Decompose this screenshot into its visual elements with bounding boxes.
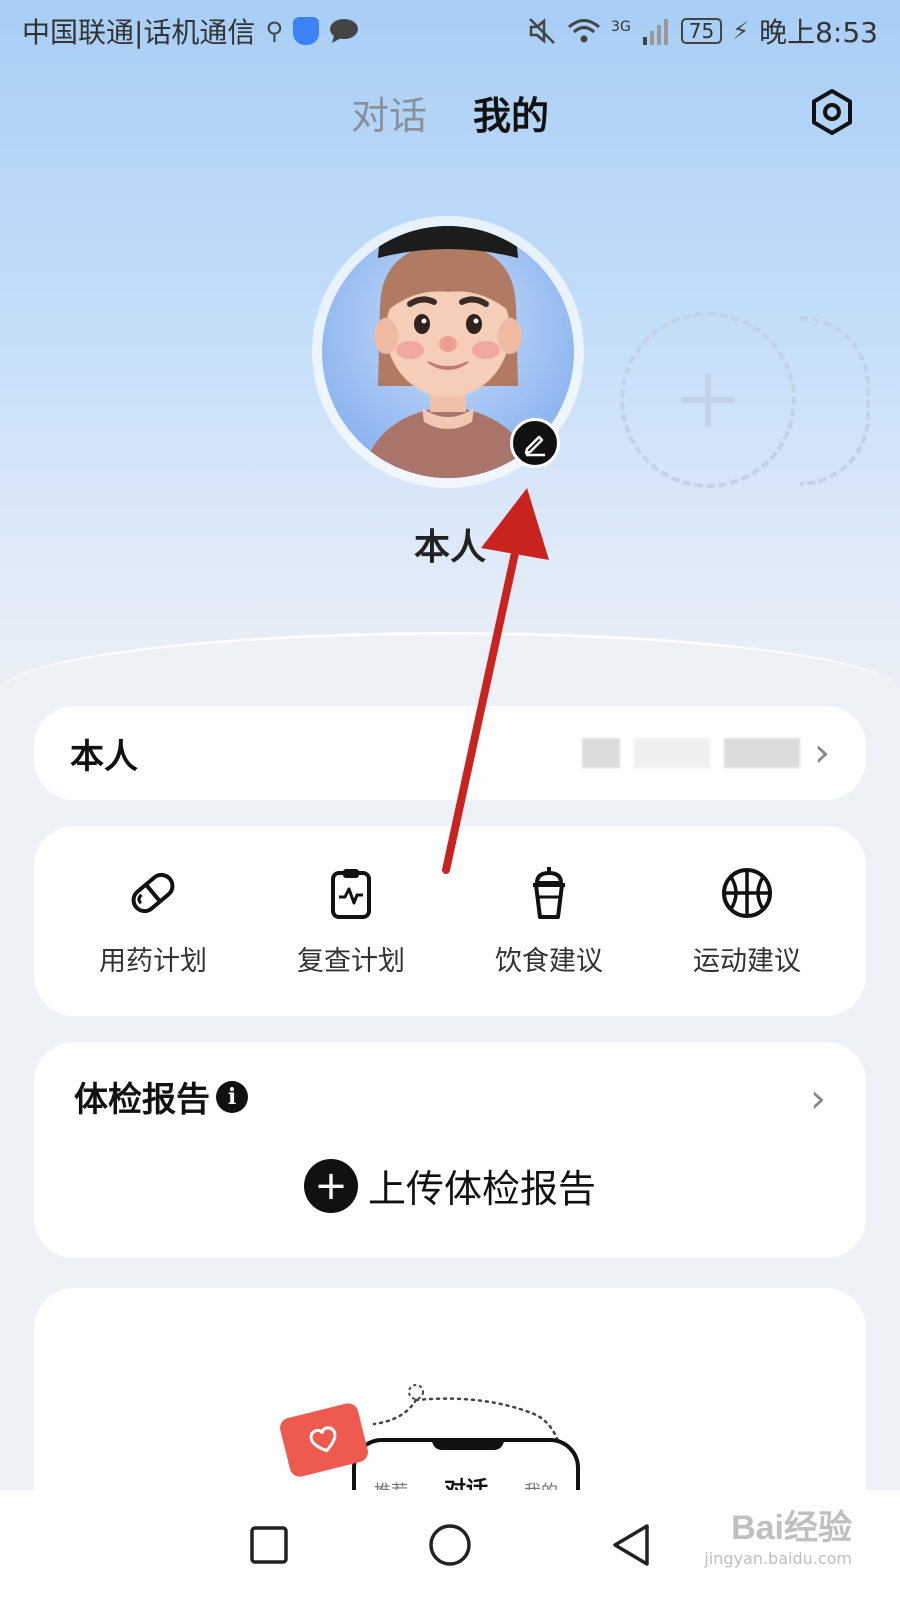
charging-icon: ⚡ [732, 17, 750, 45]
mute-icon [529, 18, 555, 44]
back-button[interactable] [611, 1523, 651, 1567]
add-profile-button[interactable] [620, 312, 796, 488]
action-medication-plan[interactable]: 用药计划 [63, 865, 243, 978]
recent-apps-button[interactable] [249, 1525, 289, 1565]
shield-icon [293, 17, 320, 45]
action-diet-advice[interactable]: 饮食建议 [459, 865, 639, 978]
action-exercise-advice[interactable]: 运动建议 [657, 865, 837, 978]
pill-icon [131, 872, 175, 913]
status-left: 中国联通|话机通信 ⚲ [22, 11, 359, 51]
report-title: 体检报告 [74, 1080, 210, 1120]
settings-button[interactable] [804, 84, 860, 140]
baidu-watermark: Bai经验 jingyan.baidu.com [704, 1500, 852, 1568]
edit-avatar-button[interactable] [510, 418, 560, 468]
redacted-block [582, 738, 620, 768]
redacted-block [724, 738, 800, 768]
info-icon[interactable]: i [216, 1080, 248, 1113]
action-label: 用药计划 [99, 945, 207, 977]
drink-cup-icon [533, 866, 565, 919]
clock: 晚上8:53 [759, 16, 878, 49]
quick-actions-card: 用药计划 复查计划 饮食建议 运动建议 [34, 826, 866, 1016]
person-card-label: 本人 [70, 736, 138, 777]
person-card[interactable]: 本人 › [34, 706, 866, 800]
hexagon-settings-icon [812, 89, 852, 135]
action-label: 运动建议 [693, 945, 801, 977]
usb-icon: ⚲ [265, 17, 284, 45]
home-button[interactable] [428, 1523, 472, 1567]
top-tabs: 对话 我的 [0, 82, 900, 142]
redacted-block [634, 738, 710, 768]
pen-edit-icon [524, 435, 545, 457]
battery-indicator: 75 [680, 18, 723, 44]
clipboard-pulse-icon [331, 868, 371, 919]
watermark-url: jingyan.baidu.com [704, 1549, 852, 1568]
watermark-logo: Bai经验 [731, 1509, 852, 1547]
status-right: 3G 75 ⚡ 晚上8:53 [527, 11, 878, 51]
message-bubble-icon [330, 19, 359, 43]
black-cap-illustration [378, 226, 518, 258]
upload-label: 上传体检报告 [367, 1167, 596, 1211]
signal-icon [642, 19, 668, 45]
health-report-card: 体检报告 i › + 上传体检报告 [34, 1042, 866, 1258]
phone-notch [432, 1438, 504, 1450]
network-type: 3G [611, 19, 631, 35]
report-title-row[interactable]: 体检报告 i [74, 1072, 826, 1121]
action-label: 复查计划 [297, 945, 405, 977]
status-bar: 中国联通|话机通信 ⚲ 3G 75 ⚡ 晚上8:53 [0, 0, 900, 62]
chevron-right-icon: › [814, 730, 830, 776]
action-label: 饮食建议 [495, 945, 603, 977]
tab-chat[interactable]: 对话 [351, 85, 427, 140]
chevron-right-icon[interactable]: › [810, 1076, 826, 1122]
action-recheck-plan[interactable]: 复查计划 [261, 865, 441, 978]
plus-icon [681, 373, 735, 427]
carrier-text: 中国联通|话机通信 [22, 16, 256, 49]
person-info-obscured: › [582, 730, 830, 776]
tab-mine[interactable]: 我的 [473, 85, 549, 140]
upload-report-button[interactable]: + 上传体检报告 [34, 1158, 866, 1213]
plus-circle-icon: + [303, 1158, 358, 1213]
wifi-icon [568, 19, 601, 43]
profile-name: 本人 [413, 527, 486, 568]
heart-icon [309, 1426, 337, 1453]
basketball-icon [722, 867, 772, 918]
